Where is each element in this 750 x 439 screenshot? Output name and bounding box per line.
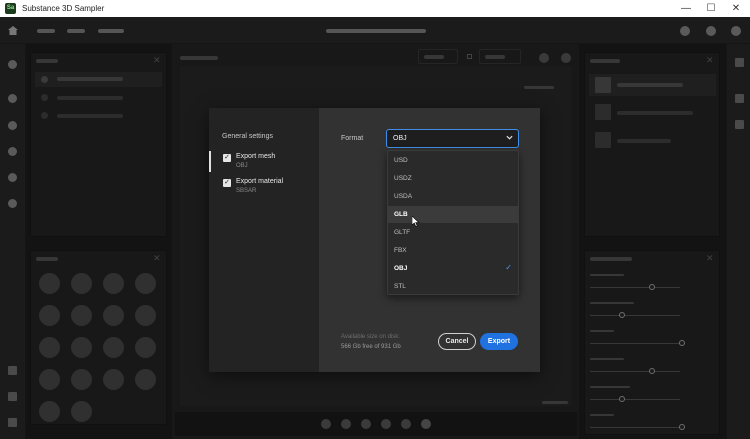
export-dialog-sidebar: General settings ✓ Export mesh OBJ ✓ Exp…: [209, 108, 319, 372]
export-material-item[interactable]: ✓ Export material SBSAR: [209, 176, 319, 200]
format-label: Format: [341, 135, 364, 142]
format-option-gltf[interactable]: GLTF: [388, 224, 518, 241]
checkmark-icon: ✓: [505, 263, 512, 272]
rail-button[interactable]: [8, 147, 17, 156]
project-name-placeholder: [326, 29, 426, 33]
rail-square-button[interactable]: [8, 418, 17, 427]
general-settings-heading: General settings: [222, 133, 273, 140]
format-option-fbx[interactable]: FBX: [388, 242, 518, 259]
right-rail: [726, 44, 750, 439]
format-option-usd[interactable]: USD: [388, 152, 518, 169]
close-window-button[interactable]: ✕: [722, 0, 750, 17]
window-titlebar: Sa Substance 3D Sampler — ☐ ✕: [0, 0, 750, 17]
toolbar-circle-button[interactable]: [706, 26, 716, 36]
format-option-label: GLB: [394, 211, 408, 218]
maximize-button[interactable]: ☐: [697, 0, 725, 17]
format-option-label: FBX: [394, 247, 407, 254]
rail-button[interactable]: [8, 199, 17, 208]
format-option-label: GLTF: [394, 229, 411, 236]
export-mesh-checkbox[interactable]: ✓: [223, 154, 231, 162]
rail-button[interactable]: [8, 121, 17, 130]
top-toolbar: [0, 17, 750, 44]
mouse-cursor-icon: [412, 216, 420, 227]
format-select[interactable]: OBJ: [386, 129, 519, 148]
home-icon[interactable]: [8, 26, 18, 35]
cancel-button[interactable]: Cancel: [438, 333, 476, 350]
rail-button[interactable]: [8, 94, 17, 103]
user-avatar[interactable]: [731, 26, 741, 36]
format-option-label: USDZ: [394, 175, 412, 182]
format-option-label: USDA: [394, 193, 413, 200]
rail-square-button[interactable]: [735, 120, 744, 129]
rail-square-button[interactable]: [8, 366, 17, 375]
export-button[interactable]: Export: [480, 333, 518, 350]
export-material-checkbox[interactable]: ✓: [223, 179, 231, 187]
chevron-down-icon: [506, 135, 513, 140]
format-option-label: STL: [394, 283, 406, 290]
export-material-format: SBSAR: [236, 188, 257, 194]
menu-item-placeholder[interactable]: [98, 29, 124, 33]
rail-square-button[interactable]: [8, 392, 17, 401]
rail-button[interactable]: [8, 173, 17, 182]
format-option-usdz[interactable]: USDZ: [388, 170, 518, 187]
format-select-value: OBJ: [393, 135, 407, 142]
format-option-obj[interactable]: OBJ ✓: [388, 260, 518, 277]
menu-item-placeholder[interactable]: [67, 29, 85, 33]
disk-space-value: 566 Gb free of 931 Gb: [341, 344, 401, 350]
format-option-label: USD: [394, 157, 408, 164]
rail-square-button[interactable]: [735, 58, 744, 67]
left-rail: [0, 44, 26, 439]
menu-item-placeholder[interactable]: [37, 29, 55, 33]
export-mesh-format: OBJ: [236, 163, 248, 169]
minimize-button[interactable]: —: [672, 0, 700, 17]
window-title: Substance 3D Sampler: [22, 4, 105, 13]
disk-space-label: Available size on disk:: [341, 334, 400, 340]
format-dropdown-list: USD USDZ USDA GLB GLTF FBX OBJ ✓ STL: [387, 150, 519, 295]
export-material-label: Export material: [236, 178, 284, 185]
format-option-stl[interactable]: STL: [388, 278, 518, 295]
format-option-glb[interactable]: GLB: [388, 206, 518, 223]
app-logo-icon: Sa: [5, 3, 16, 14]
export-mesh-label: Export mesh: [236, 153, 276, 160]
format-option-label: OBJ: [394, 265, 408, 272]
format-option-usda[interactable]: USDA: [388, 188, 518, 205]
rail-button[interactable]: [8, 60, 17, 69]
toolbar-circle-button[interactable]: [680, 26, 690, 36]
rail-square-button[interactable]: [735, 94, 744, 103]
export-mesh-item[interactable]: ✓ Export mesh OBJ: [209, 151, 319, 175]
